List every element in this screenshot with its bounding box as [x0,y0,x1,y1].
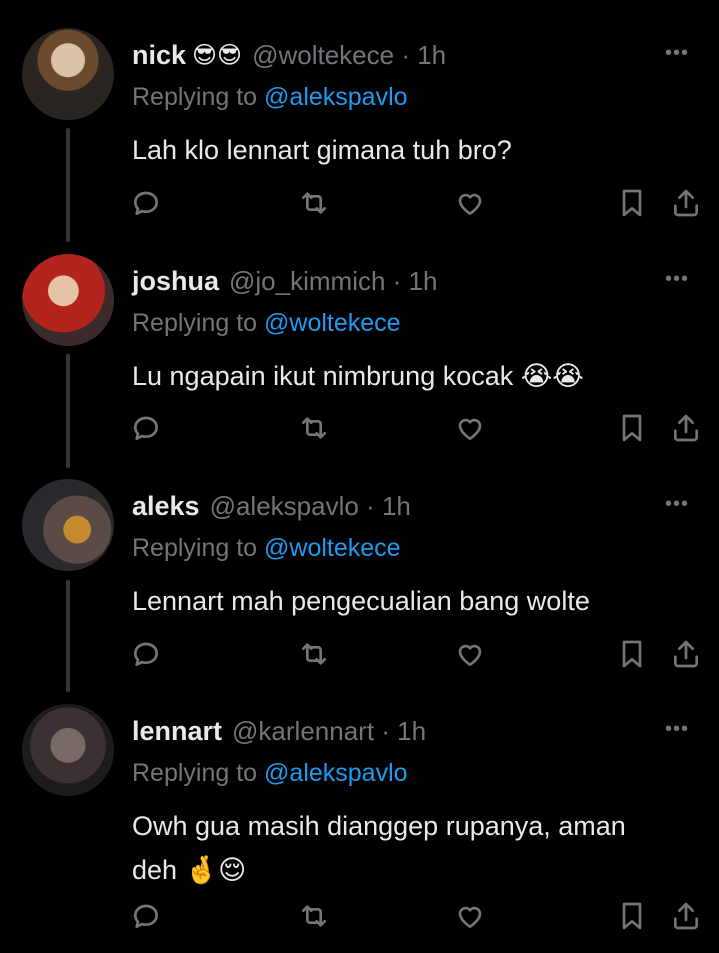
mention-link[interactable]: @alekspavlo [264,83,408,111]
replying-to: Replying to @alekspavlo [132,83,408,111]
tweet-actions [0,185,719,225]
bookmark-icon[interactable] [614,185,650,221]
tweet-actions [0,410,719,450]
display-name[interactable]: joshua [132,266,219,297]
timestamp: 1h [397,715,427,746]
display-name[interactable]: aleks [132,491,200,522]
heart-icon[interactable] [452,185,488,221]
share-icon[interactable] [668,636,704,672]
replying-to: Replying to @woltekece [132,534,401,562]
retweet-icon[interactable] [296,898,332,934]
more-icon[interactable]: ••• [665,268,689,291]
bookmark-icon[interactable] [614,898,650,934]
timestamp: 1h [408,265,438,296]
tweet-header: joshua @jo_kimmich · 1h ••• [132,262,689,300]
share-icon[interactable] [668,410,704,446]
share-icon[interactable] [668,898,704,934]
retweet-icon[interactable] [296,185,332,221]
avatar[interactable] [22,254,114,346]
user-handle[interactable]: @alekspavlo · 1h [210,491,411,522]
avatar[interactable] [22,704,114,796]
mention-link[interactable]: @woltekece [264,534,401,562]
tweet-text: Owh gua masih dianggep rupanya, aman deh… [132,811,626,885]
tweet-header: lennart @karlennart · 1h ••• [132,712,689,750]
mention-link[interactable]: @alekspavlo [264,759,408,787]
timestamp: 1h [381,490,411,521]
reply-icon[interactable] [128,898,164,934]
retweet-icon[interactable] [296,636,332,672]
share-icon[interactable] [668,185,704,221]
retweet-icon[interactable] [296,410,332,446]
user-handle[interactable]: @jo_kimmich · 1h [229,266,437,297]
display-name[interactable]: lennart [132,716,222,747]
more-icon[interactable]: ••• [665,42,689,65]
reply-icon[interactable] [128,410,164,446]
user-handle[interactable]: @karlennart · 1h [232,716,426,747]
tweet[interactable]: lennart @karlennart · 1h ••• Replying to… [0,704,719,904]
tweet-header: aleks @alekspavlo · 1h ••• [132,487,689,525]
bookmark-icon[interactable] [614,636,650,672]
mention-link[interactable]: @woltekece [264,309,401,337]
tweet-text: Lah klo lennart gimana tuh bro? [132,135,512,165]
replying-to: Replying to @woltekece [132,309,401,337]
more-icon[interactable]: ••• [665,493,689,516]
avatar[interactable] [22,28,114,120]
avatar[interactable] [22,479,114,571]
reply-icon[interactable] [128,636,164,672]
timestamp: 1h [417,39,447,70]
replying-to: Replying to @alekspavlo [132,759,408,787]
tweet-actions [0,636,719,676]
heart-icon[interactable] [452,410,488,446]
tweet-text: Lennart mah pengecualian bang wolte [132,586,590,616]
name-emoji: 😎😎 [192,41,243,69]
heart-icon[interactable] [452,636,488,672]
heart-icon[interactable] [452,898,488,934]
user-handle[interactable]: @woltekece · 1h [252,40,446,71]
reply-thread: nick 😎😎 @woltekece · 1h ••• Replying to … [0,0,719,953]
bookmark-icon[interactable] [614,410,650,446]
tweet-text: Lu ngapain ikut nimbrung kocak 😭😭 [132,361,584,391]
display-name[interactable]: nick [132,40,186,71]
more-icon[interactable]: ••• [665,718,689,741]
tweet-actions [0,898,719,938]
tweet-header: nick 😎😎 @woltekece · 1h ••• [132,36,689,74]
reply-icon[interactable] [128,185,164,221]
